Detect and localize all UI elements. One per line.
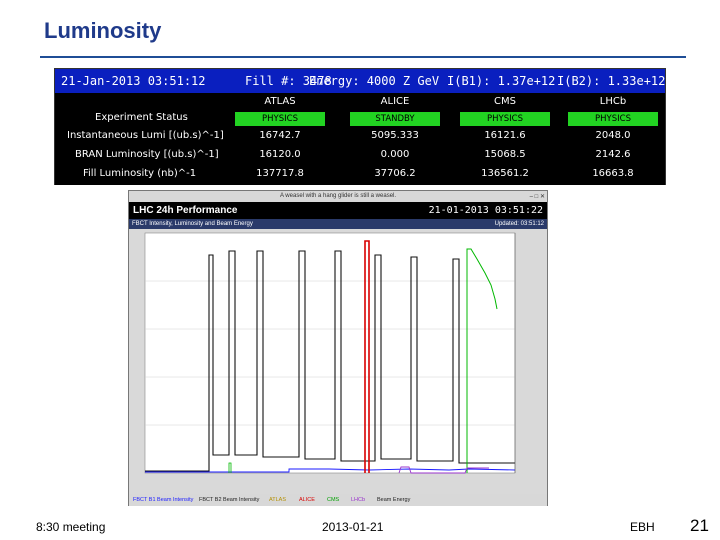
legend-beam2: FBCT B2 Beam Intensity <box>199 497 260 503</box>
legend-alice: ALICE <box>299 497 315 503</box>
value-cms: 15068.5 <box>484 149 526 160</box>
row-label: Instantaneous Lumi [(ub.s)^-1] <box>67 130 224 141</box>
performance-titlebar: LHC 24h Performance 21-01-2013 03:51:22 <box>129 202 547 219</box>
status-row-fill-lumi: Fill Luminosity (nb)^-1 137717.8 37706.2… <box>55 165 665 185</box>
status-badge-lhcb: PHYSICS <box>568 112 658 126</box>
legend-lhcb: LHCb <box>351 497 366 503</box>
status-badge-cms: PHYSICS <box>460 112 550 126</box>
value-atlas: 137717.8 <box>256 168 304 179</box>
status-row-inst-lumi: Instantaneous Lumi [(ub.s)^-1] 16742.7 5… <box>55 127 665 147</box>
value-alice: 0.000 <box>380 149 410 160</box>
status-ib1: I(B1): 1.37e+12 <box>447 74 556 88</box>
status-ib2: I(B2): 1.33e+12 <box>557 74 666 88</box>
maximize-icon[interactable]: □ <box>535 194 539 200</box>
value-cms: 136561.2 <box>481 168 529 179</box>
value-atlas: 16120.0 <box>259 149 301 160</box>
footer-date: 2013-01-21 <box>322 520 384 534</box>
value-alice: 37706.2 <box>374 168 416 179</box>
legend-cms: CMS <box>327 497 340 503</box>
status-row-experiment: Experiment Status PHYSICS STANDBY PHYSIC… <box>55 109 665 129</box>
column-alice: ALICE <box>380 96 410 107</box>
legend-beam1: FBCT B1 Beam Intensity <box>133 497 194 503</box>
legend-atlas: ATLAS <box>269 497 287 503</box>
value-lhcb: 2048.0 <box>595 130 631 141</box>
status-badge-atlas: PHYSICS <box>235 112 325 126</box>
slide-title: Luminosity <box>44 18 162 43</box>
status-row-bran-lumi: BRAN Luminosity [(ub.s)^-1] 16120.0 0.00… <box>55 146 665 166</box>
value-lhcb: 2142.6 <box>595 149 631 160</box>
value-alice: 5095.333 <box>371 130 419 141</box>
performance-plot-svg <box>144 232 516 474</box>
window-caption: A weasel with a hang glider is still a w… <box>279 193 397 199</box>
lhc-performance-window: A weasel with a hang glider is still a w… <box>128 190 548 506</box>
status-timestamp: 21-Jan-2013 03:51:12 <box>61 74 206 88</box>
status-header: 21-Jan-2013 03:51:12 Fill #: 3478 Energy… <box>55 69 665 93</box>
column-atlas: ATLAS <box>264 96 296 107</box>
status-grid: ATLAS ALICE CMS LHCb Experiment Status P… <box>55 93 665 185</box>
row-label: BRAN Luminosity [(ub.s)^-1] <box>75 149 219 160</box>
legend-energy: Beam Energy <box>377 497 411 503</box>
minimize-icon[interactable]: – <box>530 194 533 200</box>
value-cms: 16121.6 <box>484 130 526 141</box>
status-badge-alice: STANDBY <box>350 112 440 126</box>
row-label: Fill Luminosity (nb)^-1 <box>83 168 197 179</box>
footer-meeting: 8:30 meeting <box>36 520 106 534</box>
status-energy: Energy: 4000 Z GeV <box>309 74 440 88</box>
performance-datetime: 21-01-2013 03:51:22 <box>428 205 543 216</box>
title-divider <box>40 56 686 58</box>
column-cms: CMS <box>494 96 516 107</box>
performance-subbar: FBCT Intensity, Luminosity and Beam Ener… <box>129 219 547 229</box>
close-icon[interactable]: ✕ <box>540 194 545 200</box>
performance-title: LHC 24h Performance <box>133 205 238 216</box>
performance-subtitle: FBCT Intensity, Luminosity and Beam Ener… <box>132 221 253 227</box>
page-number: 21 <box>690 516 709 535</box>
value-atlas: 16742.7 <box>259 130 301 141</box>
performance-updated: Updated: 03:51:12 <box>494 221 544 227</box>
window-caption-bar: A weasel with a hang glider is still a w… <box>129 191 547 202</box>
lhc-status-panel: 21-Jan-2013 03:51:12 Fill #: 3478 Energy… <box>54 68 666 185</box>
value-lhcb: 16663.8 <box>592 168 634 179</box>
performance-plot <box>129 229 547 495</box>
row-label: Experiment Status <box>95 112 188 123</box>
performance-legend: FBCT B1 Beam Intensity FBCT B2 Beam Inte… <box>129 494 547 506</box>
footer-author: EBH <box>630 520 655 534</box>
column-lhcb: LHCb <box>599 96 627 107</box>
